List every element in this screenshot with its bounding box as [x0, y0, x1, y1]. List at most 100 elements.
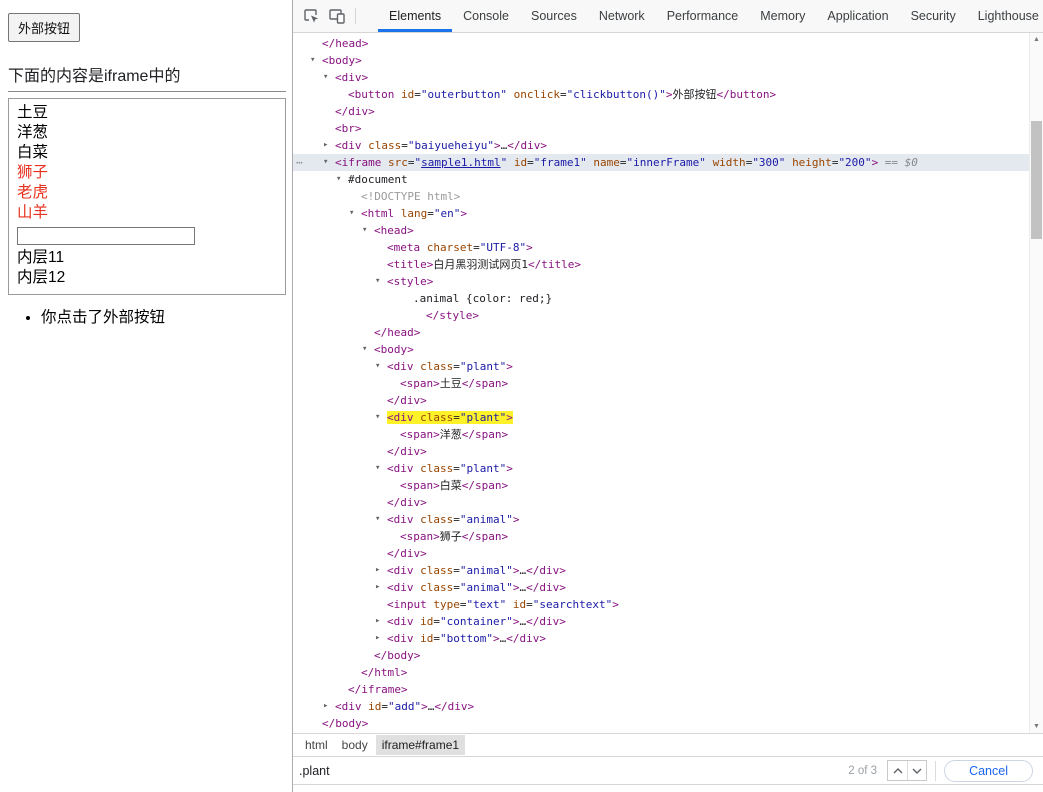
dom-tree-node[interactable]: <!DOCTYPE html> [293, 188, 1029, 205]
dom-tree-node[interactable]: ▾ #document [293, 171, 1029, 188]
dom-tree-node[interactable]: </div> [293, 494, 1029, 511]
token-tag: <title> [387, 258, 434, 271]
expand-arrow-icon[interactable]: ▸ [375, 579, 380, 596]
scroll-up-icon[interactable]: ▲ [1030, 33, 1043, 46]
dom-tree-node[interactable]: </html> [293, 664, 1029, 681]
collapse-arrow-icon[interactable]: ▾ [310, 52, 315, 69]
expand-arrow-icon[interactable]: ▸ [375, 562, 380, 579]
dom-tree-node[interactable]: <input type="text" id="searchtext"> [293, 596, 1029, 613]
dom-tree-node[interactable]: </div> [293, 103, 1029, 120]
dom-tree-node[interactable]: <span>土豆</span> [293, 375, 1029, 392]
collapse-arrow-icon[interactable]: ▾ [375, 511, 380, 528]
token-t: = [433, 615, 440, 628]
dom-tree-node[interactable]: ▾ <div> [293, 69, 1029, 86]
token-val: "200" [838, 156, 872, 169]
dom-tree-node[interactable]: <br> [293, 120, 1029, 137]
tab-network[interactable]: Network [588, 0, 656, 32]
token-attr: class [420, 513, 454, 526]
tab-elements[interactable]: Elements [378, 0, 453, 32]
token-tag: <style> [387, 275, 434, 288]
expand-arrow-icon[interactable]: ▸ [323, 698, 328, 715]
collapse-arrow-icon[interactable]: ▾ [375, 409, 380, 426]
find-divider [935, 760, 937, 781]
token-tag: > [460, 207, 467, 220]
expand-arrow-icon[interactable]: ▸ [375, 613, 380, 630]
collapse-arrow-icon[interactable]: ▾ [375, 460, 380, 477]
scrollbar-thumb[interactable] [1031, 121, 1042, 239]
cancel-button[interactable]: Cancel [944, 759, 1033, 782]
dom-tree-node[interactable]: ▸ <div id="container">…</div> [293, 613, 1029, 630]
dom-tree-node[interactable]: <span>狮子</span> [293, 528, 1029, 545]
dom-tree-node[interactable]: ▾ <style> [293, 273, 1029, 290]
collapse-arrow-icon[interactable]: ▾ [362, 341, 367, 358]
dom-tree-node[interactable]: ▸ <div class="animal">…</div> [293, 579, 1029, 596]
expand-arrow-icon[interactable]: ▸ [375, 630, 380, 647]
inspect-element-icon[interactable] [298, 4, 324, 28]
dom-tree-node[interactable]: ▾ <div class="plant"> [293, 358, 1029, 375]
dom-tree-node[interactable]: <meta charset="UTF-8"> [293, 239, 1029, 256]
collapse-arrow-icon[interactable]: ▾ [336, 171, 341, 188]
token-tag: </style> [426, 309, 479, 322]
tab-security[interactable]: Security [900, 0, 967, 32]
tab-performance[interactable]: Performance [656, 0, 750, 32]
token-t [420, 241, 427, 254]
devtools-tabs: Elements Console Sources Network Perform… [378, 0, 1043, 32]
collapse-arrow-icon[interactable]: ▾ [362, 222, 367, 239]
dom-tree-node[interactable]: </style> [293, 307, 1029, 324]
tab-lighthouse[interactable]: Lighthouse [967, 0, 1043, 32]
token-t [506, 598, 513, 611]
dom-tree-node[interactable]: </body> [293, 715, 1029, 732]
dom-tree-node[interactable]: <title>白月黑羽测试网页1</title> [293, 256, 1029, 273]
collapse-arrow-icon[interactable]: ▾ [349, 205, 354, 222]
dom-tree-node[interactable]: ▾ <div class="plant"> [293, 460, 1029, 477]
breadcrumb-iframe[interactable]: iframe#frame1 [375, 735, 466, 755]
iframe-text-input[interactable] [17, 227, 195, 245]
dom-tree-node[interactable]: <button id="outerbutton" onclick="clickb… [293, 86, 1029, 103]
find-next-icon[interactable] [907, 761, 926, 780]
find-input[interactable] [299, 757, 843, 784]
dom-tree-node[interactable]: </div> [293, 545, 1029, 562]
tab-memory[interactable]: Memory [749, 0, 816, 32]
dom-tree-node[interactable]: <span>洋葱</span> [293, 426, 1029, 443]
expand-arrow-icon[interactable]: ▸ [323, 137, 328, 154]
dom-tree-node[interactable]: ▸ <div class="baiyueheiyu">…</div> [293, 137, 1029, 154]
dom-tree-node[interactable]: ▾ <body> [293, 341, 1029, 358]
dom-tree-node[interactable]: ▾ <html lang="en"> [293, 205, 1029, 222]
dom-tree-node[interactable]: ▾ <div class="animal"> [293, 511, 1029, 528]
dom-tree-node[interactable]: ▾ <head> [293, 222, 1029, 239]
token-attr: id [368, 700, 382, 713]
dom-tree-node[interactable]: <span>白菜</span> [293, 477, 1029, 494]
breadcrumb-html[interactable]: html [299, 735, 334, 755]
dom-tree-node[interactable]: ▸ <div id="add">…</div> [293, 698, 1029, 715]
scroll-down-icon[interactable]: ▼ [1030, 720, 1043, 733]
breadcrumb-body[interactable]: body [336, 735, 374, 755]
tab-application[interactable]: Application [816, 0, 899, 32]
collapse-arrow-icon[interactable]: ▾ [375, 273, 380, 290]
dom-tree-node[interactable]: ▸ <div class="animal">…</div> [293, 562, 1029, 579]
dom-tree-node[interactable]: ▸ <div id="bottom">…</div> [293, 630, 1029, 647]
tab-sources[interactable]: Sources [520, 0, 588, 32]
collapse-arrow-icon[interactable]: ▾ [323, 154, 328, 171]
token-tag: > [492, 632, 500, 645]
dom-tree-node[interactable]: </head> [293, 324, 1029, 341]
token-t: #document [348, 173, 408, 186]
device-toolbar-icon[interactable] [324, 4, 350, 28]
dom-tree-node[interactable]: </iframe> [293, 681, 1029, 698]
dom-tree-node[interactable]: ⋯ ▾ <iframe src="sample1.html" id="frame1"… [293, 154, 1029, 171]
dom-tree-node[interactable]: ▾ <body> [293, 52, 1029, 69]
find-previous-icon[interactable] [888, 761, 907, 780]
dom-tree-node[interactable]: .animal {color: red;} [293, 290, 1029, 307]
token-tag: </div> [507, 139, 547, 152]
outer-button[interactable]: 外部按钮 [8, 13, 81, 42]
tab-console[interactable]: Console [452, 0, 520, 32]
dom-tree-node[interactable]: </body> [293, 647, 1029, 664]
tree-scrollbar[interactable]: ▲ ▼ [1029, 33, 1043, 733]
dom-tree-node[interactable]: </div> [293, 392, 1029, 409]
node-menu-icon[interactable]: ⋯ [296, 154, 303, 171]
dom-tree-node[interactable]: ▾ <div class="plant"> [293, 409, 1029, 426]
collapse-arrow-icon[interactable]: ▾ [323, 69, 328, 86]
dom-tree-node[interactable]: </div> [293, 443, 1029, 460]
dom-tree-node[interactable]: </head> [293, 35, 1029, 52]
collapse-arrow-icon[interactable]: ▾ [375, 358, 380, 375]
token-tag: > [506, 411, 513, 424]
